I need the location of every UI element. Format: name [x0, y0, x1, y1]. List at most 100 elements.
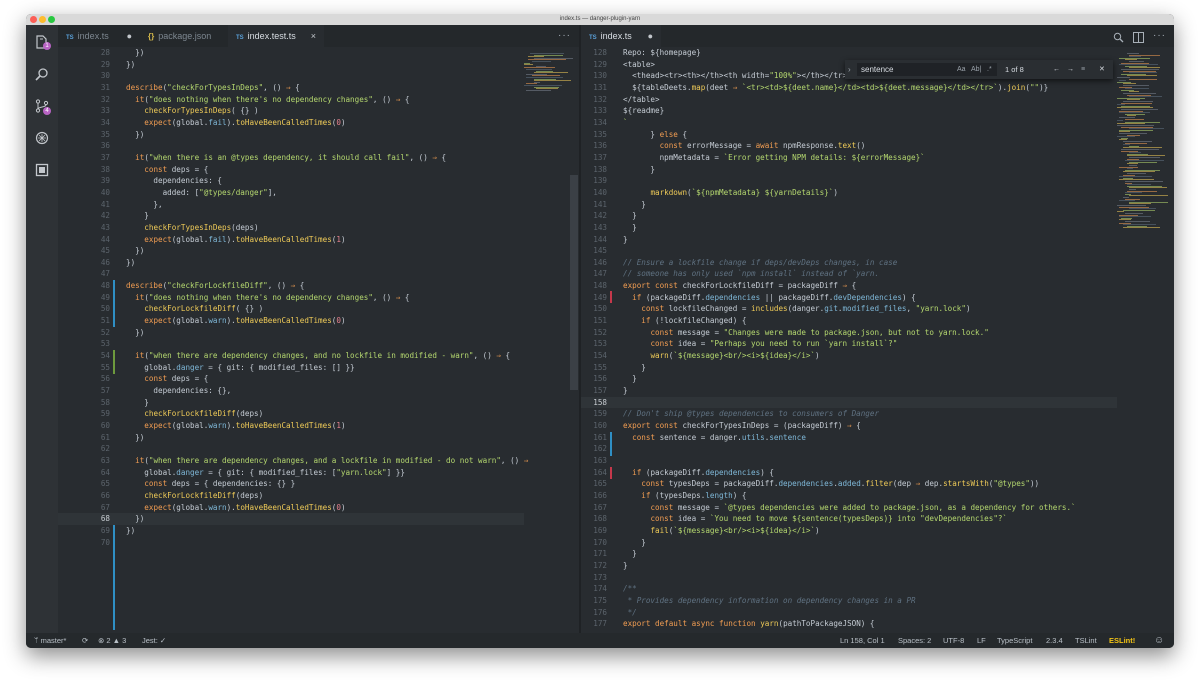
extensions-icon[interactable]: [35, 163, 49, 177]
typescript-version[interactable]: 2.3.4: [1046, 633, 1063, 648]
code-line[interactable]: 147 // someone has only used `npm install…: [581, 268, 1117, 280]
tab-index-test-ts[interactable]: TS index.test.ts ×: [228, 25, 324, 47]
code-line[interactable]: 171 }: [581, 548, 1117, 560]
code-line[interactable]: 158: [581, 396, 1117, 409]
match-case-toggle[interactable]: Aa: [957, 63, 966, 76]
tab-package-json[interactable]: {} package.json: [140, 25, 228, 47]
code-line[interactable]: 176 */: [581, 607, 1117, 619]
code-line[interactable]: 146 // Ensure a lockfile change if deps/d…: [581, 257, 1117, 269]
code-line[interactable]: 48 describe("checkForLockfileDiff", () ⇒ …: [58, 280, 524, 292]
code-line[interactable]: 42 }: [58, 210, 524, 222]
code-line[interactable]: 128 Repo: ${homepage}: [581, 47, 1117, 59]
code-line[interactable]: 66 checkForLockfileDiff(deps): [58, 490, 524, 502]
code-line[interactable]: 164 if (packageDiff.dependencies) {: [581, 467, 1117, 479]
code-line[interactable]: 46}): [58, 257, 524, 269]
code-line[interactable]: 139: [581, 175, 1117, 187]
code-line[interactable]: 145: [581, 245, 1117, 257]
code-line[interactable]: 169 fail(`${message}<br/><i>${idea}</i>`…: [581, 525, 1117, 537]
code-line[interactable]: 70: [58, 537, 524, 549]
code-line[interactable]: 134 `: [581, 117, 1117, 129]
indentation-setting[interactable]: Spaces: 2: [898, 633, 931, 648]
code-line[interactable]: 44 expect(global.fail).toHaveBeenCalledT…: [58, 234, 524, 246]
code-line[interactable]: 173: [581, 572, 1117, 584]
code-line[interactable]: 159 // Don't ship @types dependencies to …: [581, 408, 1117, 420]
source-control-icon[interactable]: 4: [35, 99, 51, 115]
code-line[interactable]: 166 if (typesDeps.length) {: [581, 490, 1117, 502]
code-line[interactable]: 64 global.danger = { git: { modified_fil…: [58, 467, 524, 479]
code-line[interactable]: 40 added: ["@types/danger"],: [58, 187, 524, 199]
modified-dot-icon[interactable]: ●: [648, 25, 653, 47]
code-line[interactable]: 35 }): [58, 129, 524, 141]
code-line[interactable]: 136 const errorMessage = await npmRespon…: [581, 140, 1117, 152]
code-line[interactable]: 56 const deps = {: [58, 373, 524, 385]
code-line[interactable]: 148 export const checkForLockfileDiff = p…: [581, 280, 1117, 292]
code-line[interactable]: 177 export default async function yarn(pa…: [581, 618, 1117, 630]
find-in-selection-toggle[interactable]: ≡: [1081, 63, 1085, 76]
sync-icon[interactable]: ⟳: [82, 633, 88, 648]
code-line[interactable]: 57 dependencies: {},: [58, 385, 524, 397]
code-line[interactable]: 138 }: [581, 164, 1117, 176]
code-line[interactable]: 55 global.danger = { git: { modified_fil…: [58, 362, 524, 374]
eol-setting[interactable]: LF: [977, 633, 986, 648]
code-line[interactable]: 132 </table>: [581, 94, 1117, 106]
code-line[interactable]: 157}: [581, 385, 1117, 397]
code-line[interactable]: 137 npmMetadata = `Error getting NPM det…: [581, 152, 1117, 164]
code-line[interactable]: 53: [58, 338, 524, 350]
code-line[interactable]: 47: [58, 268, 524, 280]
code-line[interactable]: 142 }: [581, 210, 1117, 222]
code-line[interactable]: 153 const idea = "Perhaps you need to ru…: [581, 338, 1117, 350]
code-line[interactable]: 29}): [58, 59, 524, 71]
code-line[interactable]: 141 }: [581, 199, 1117, 211]
code-line[interactable]: 135 } else {: [581, 129, 1117, 141]
code-line[interactable]: 172}: [581, 560, 1117, 572]
code-line[interactable]: 175 * Provides dependency information on…: [581, 595, 1117, 607]
eslint-status[interactable]: ESLint!: [1109, 633, 1135, 648]
code-line[interactable]: 61 }): [58, 432, 524, 444]
right-code-editor[interactable]: 128 Repo: ${homepage} 129 <table> 130 <thead…: [581, 47, 1117, 630]
code-line[interactable]: 38 const deps = {: [58, 164, 524, 176]
feedback-smiley-icon[interactable]: ☺: [1154, 633, 1164, 648]
more-actions-icon[interactable]: ···: [558, 30, 571, 41]
cursor-position[interactable]: Ln 158, Col 1: [840, 633, 885, 648]
code-line[interactable]: 43 checkForTypesInDeps(deps): [58, 222, 524, 234]
code-line[interactable]: 54 it("when there are dependency changes…: [58, 350, 524, 362]
code-line[interactable]: 31 describe("checkForTypesInDeps", () ⇒ {: [58, 82, 524, 94]
code-line[interactable]: 162: [581, 443, 1117, 455]
code-line[interactable]: 49 it("does nothing when there's no depe…: [58, 292, 524, 304]
code-line[interactable]: 170 }: [581, 537, 1117, 549]
search-icon[interactable]: [35, 67, 49, 81]
code-line[interactable]: 39 dependencies: {: [58, 175, 524, 187]
tslint-status[interactable]: TSLint: [1075, 633, 1097, 648]
code-line[interactable]: 37 it("when there is an @types dependenc…: [58, 152, 524, 164]
left-code-editor[interactable]: 28 }) 29}) 30 31 describe("checkForTypesInDe…: [58, 47, 529, 549]
code-line[interactable]: 45 }): [58, 245, 524, 257]
code-line[interactable]: 68 }): [58, 513, 524, 525]
branch-indicator[interactable]: ᛘ master*: [34, 633, 66, 648]
code-line[interactable]: 34 expect(global.fail).toHaveBeenCalledT…: [58, 117, 524, 129]
code-line[interactable]: 28 }): [58, 47, 524, 59]
explorer-icon[interactable]: 1: [35, 35, 51, 50]
code-line[interactable]: 165 const typesDeps = packageDiff.depend…: [581, 478, 1117, 490]
debug-icon[interactable]: [35, 131, 49, 145]
code-line[interactable]: 156 }: [581, 373, 1117, 385]
code-line[interactable]: 36: [58, 140, 524, 152]
code-line[interactable]: 155 }: [581, 362, 1117, 374]
code-line[interactable]: 30: [58, 70, 524, 82]
code-line[interactable]: 140 markdown(`${npmMetadata} ${yarnDetai…: [581, 187, 1117, 199]
encoding-setting[interactable]: UTF-8: [943, 633, 964, 648]
code-line[interactable]: 32 it("does nothing when there's no depe…: [58, 94, 524, 106]
code-line[interactable]: 63 it("when there are dependency changes…: [58, 455, 529, 467]
code-line[interactable]: 143 }: [581, 222, 1117, 234]
previous-match-button[interactable]: ←: [1053, 63, 1060, 76]
code-line[interactable]: 144}: [581, 234, 1117, 246]
code-line[interactable]: 168 const idea = `You need to move ${sen…: [581, 513, 1117, 525]
code-line[interactable]: 60 expect(global.warn).toHaveBeenCalledT…: [58, 420, 524, 432]
code-line[interactable]: 69}): [58, 525, 524, 537]
code-line[interactable]: 67 expect(global.warn).toHaveBeenCalledT…: [58, 502, 524, 514]
code-line[interactable]: 131 ${tableDeets.map(deet ⇒ `<tr><td>${d…: [581, 82, 1117, 94]
code-line[interactable]: 149 if (packageDiff.dependencies || pack…: [581, 292, 1117, 304]
language-mode[interactable]: TypeScript: [997, 633, 1032, 648]
problems-indicator[interactable]: ⊗ 2 ▲ 3: [98, 633, 126, 648]
code-line[interactable]: 59 checkForLockfileDiff(deps): [58, 408, 524, 420]
code-line[interactable]: 41 },: [58, 199, 524, 211]
